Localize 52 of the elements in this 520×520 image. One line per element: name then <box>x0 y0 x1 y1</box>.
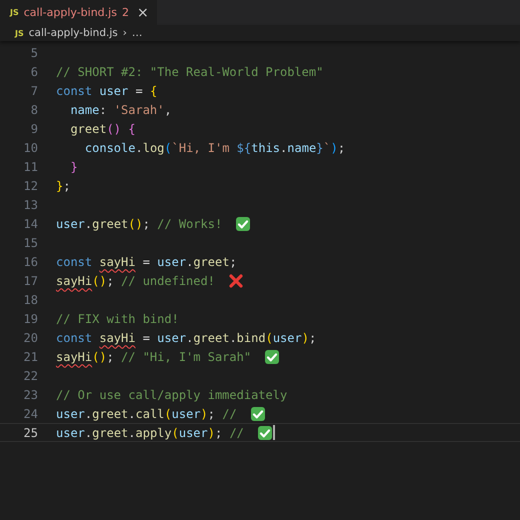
line-number: 25 <box>22 426 38 440</box>
line-number: 7 <box>30 84 38 98</box>
code-line: name: 'Sarah', <box>69 102 172 116</box>
code-line: user.greet.apply(user); // <box>56 426 245 440</box>
text-cursor <box>273 425 275 440</box>
code-line: greet() { <box>69 122 136 136</box>
code-line: user.greet.call(user); // <box>56 406 238 420</box>
line-number: 12 <box>22 178 38 192</box>
code-line: sayHi(); // "Hi, I'm Sarah" <box>56 350 252 364</box>
code-line: const sayHi = user.greet; <box>56 254 237 268</box>
line-number: 11 <box>22 160 38 174</box>
breadcrumb-item[interactable]: … <box>132 27 142 39</box>
check-mark-icon <box>258 426 272 440</box>
close-icon[interactable]: × <box>136 4 149 20</box>
line-number: 15 <box>22 236 38 250</box>
line-number: 21 <box>22 350 38 364</box>
javascript-icon: JS <box>15 28 24 38</box>
code-line: user.greet(); // Works! <box>56 216 224 230</box>
line-number: 5 <box>30 46 38 60</box>
line-number: 14 <box>22 216 38 230</box>
editor-tab[interactable]: JS call-apply-bind.js 2 × <box>0 0 157 25</box>
code-line: sayHi(); // undefined! <box>56 274 216 288</box>
line-number: 17 <box>22 274 38 288</box>
code-line: // Or use call/apply immediately <box>56 388 288 402</box>
check-mark-icon <box>265 350 280 364</box>
line-number: 22 <box>22 368 38 382</box>
tab-label: call-apply-bind.js <box>24 6 117 19</box>
line-number: 13 <box>22 198 38 212</box>
cross-mark-icon <box>229 274 244 288</box>
problem-count: 2 <box>122 6 129 19</box>
line-number: 23 <box>22 388 38 402</box>
line-number: 8 <box>30 102 38 116</box>
code-line: const sayHi = user.greet.bind(user); <box>56 330 316 344</box>
line-number: 16 <box>22 254 38 268</box>
code-line: const user = { <box>56 84 158 98</box>
line-number: 9 <box>30 122 38 136</box>
check-mark-icon <box>250 406 265 420</box>
line-number: 6 <box>30 64 38 78</box>
chevron-icon: › <box>122 27 127 39</box>
code-line: // FIX with bind! <box>56 312 179 326</box>
line-number: 20 <box>22 330 38 344</box>
code-line: console.log(`Hi, I'm ${this.name}`); <box>84 140 346 154</box>
line-number: 19 <box>22 312 38 326</box>
code-line: }; <box>56 178 70 192</box>
code-line: // SHORT #2: "The Real-World Problem" <box>56 64 324 78</box>
breadcrumb-item[interactable]: call-apply-bind.js <box>28 27 118 39</box>
code-line: } <box>69 160 78 174</box>
line-number: 18 <box>22 292 38 306</box>
line-number: 10 <box>22 140 38 154</box>
javascript-icon: JS <box>10 8 19 17</box>
line-number: 24 <box>22 406 38 420</box>
check-mark-icon <box>236 216 250 230</box>
